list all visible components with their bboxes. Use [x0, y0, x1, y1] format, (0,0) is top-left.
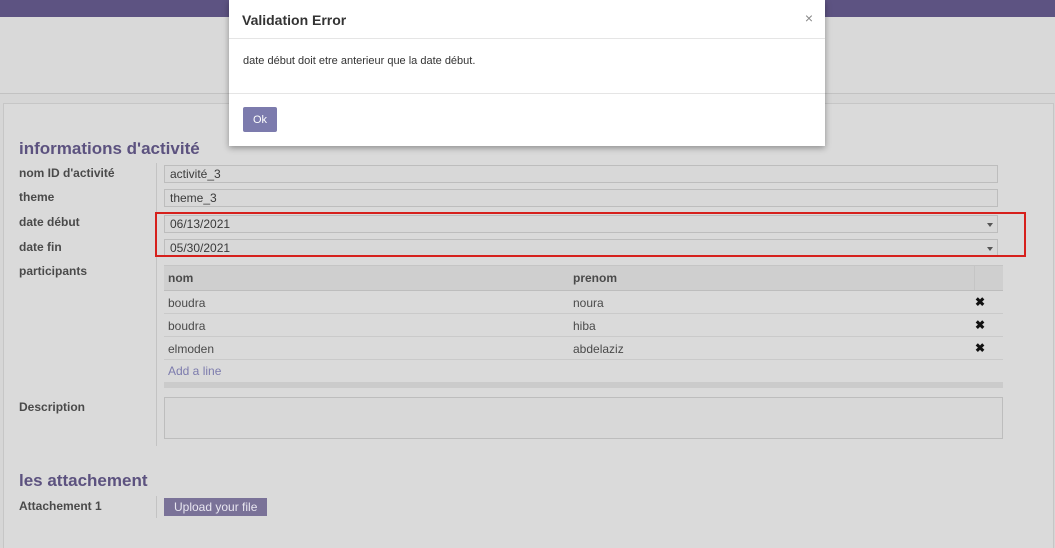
highlight-box	[155, 212, 1026, 257]
label-description: Description	[19, 400, 86, 414]
table-header: nom prenom	[164, 265, 1003, 291]
section-title-activity: informations d'activité	[19, 139, 200, 158]
column-header-prenom[interactable]: prenom	[573, 271, 617, 285]
add-line-row: Add a line	[164, 360, 1003, 382]
label-participants: participants	[19, 264, 88, 278]
cell-prenom: noura	[573, 296, 604, 310]
cell-prenom: hiba	[573, 319, 596, 333]
close-icon[interactable]: ×	[805, 10, 813, 26]
label-separator	[156, 496, 157, 518]
cell-nom: boudra	[168, 319, 206, 333]
cell-nom: elmoden	[168, 342, 215, 356]
ok-button[interactable]: Ok	[243, 107, 277, 132]
error-message: date début doit etre anterieur que la da…	[243, 55, 476, 67]
theme-input[interactable]: theme_3	[164, 189, 998, 207]
nom-id-input[interactable]: activité_3	[164, 165, 998, 183]
label-separator	[156, 163, 157, 446]
label-nom-id: nom ID d'activité	[19, 166, 115, 180]
dialog-body: date début doit etre anterieur que la da…	[229, 39, 825, 94]
column-header-actions	[974, 266, 1003, 290]
description-textarea[interactable]	[164, 397, 1003, 439]
table-row[interactable]: boudra hiba ✖	[164, 314, 1003, 337]
delete-icon[interactable]: ✖	[975, 318, 985, 332]
delete-icon[interactable]: ✖	[975, 341, 985, 355]
table-row[interactable]: boudra noura ✖	[164, 291, 1003, 314]
participants-table: nom prenom boudra noura ✖ boudra hiba ✖ …	[164, 265, 1003, 388]
cell-nom: boudra	[168, 296, 206, 310]
dialog-header: Validation Error ×	[229, 0, 825, 39]
label-theme: theme	[19, 190, 55, 204]
table-footer	[164, 382, 1003, 388]
upload-file-button[interactable]: Upload your file	[164, 498, 268, 516]
table-row[interactable]: elmoden abdelaziz ✖	[164, 337, 1003, 360]
delete-icon[interactable]: ✖	[975, 295, 985, 309]
label-date-fin: date fin	[19, 240, 62, 254]
column-header-nom[interactable]: nom	[168, 271, 193, 285]
label-attachment-1: Attachement 1	[19, 499, 102, 513]
add-line-link[interactable]: Add a line	[168, 364, 221, 378]
dialog-title: Validation Error	[242, 12, 347, 28]
section-title-attachments: les attachement	[19, 471, 148, 490]
cell-prenom: abdelaziz	[573, 342, 624, 356]
validation-error-dialog: Validation Error × date début doit etre …	[229, 0, 825, 146]
label-date-debut: date début	[19, 215, 80, 229]
